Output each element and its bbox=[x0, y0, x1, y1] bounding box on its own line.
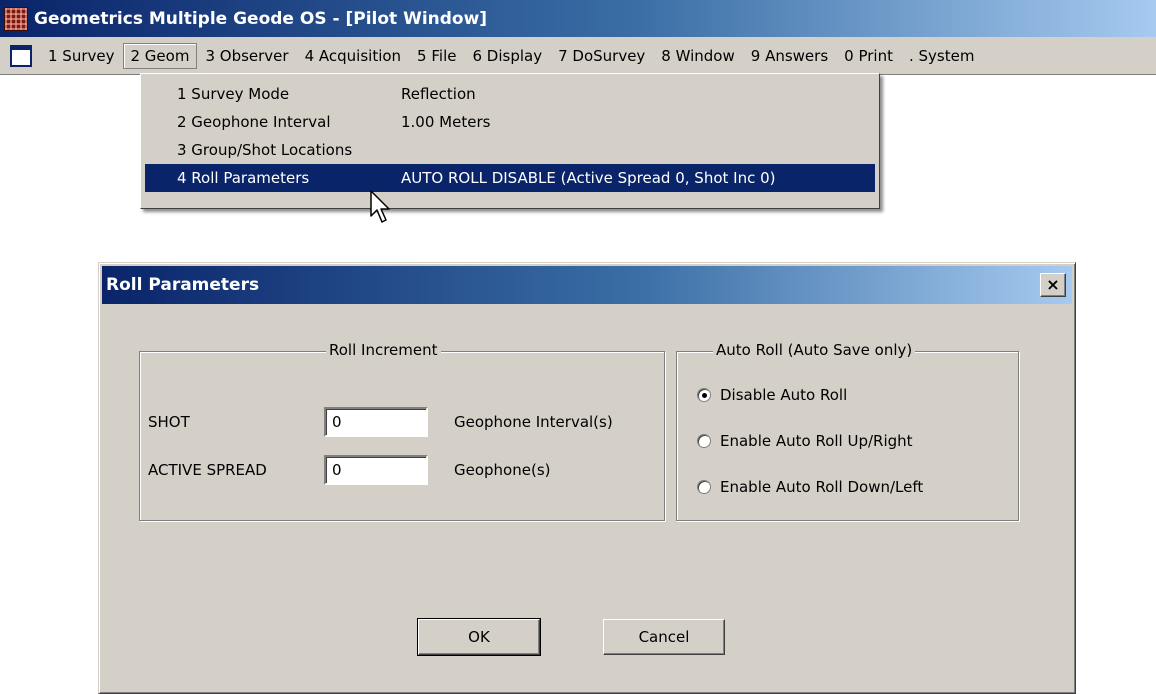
radio-button[interactable] bbox=[697, 480, 711, 494]
menu-observer[interactable]: 3 Observer bbox=[197, 43, 296, 69]
menu-system[interactable]: . System bbox=[901, 43, 982, 69]
menu-geom[interactable]: 2 Geom bbox=[122, 42, 198, 69]
menu-item-roll-parameters[interactable]: 4 Roll Parameters AUTO ROLL DISABLE (Act… bbox=[145, 164, 875, 192]
close-button[interactable]: × bbox=[1040, 273, 1066, 297]
menu-acquisition[interactable]: 4 Acquisition bbox=[297, 43, 409, 69]
active-spread-label: ACTIVE SPREAD bbox=[148, 461, 267, 479]
cancel-button[interactable]: Cancel bbox=[603, 619, 725, 655]
roll-increment-group: Roll Increment SHOT Geophone Interval(s)… bbox=[139, 341, 665, 521]
roll-increment-legend: Roll Increment bbox=[326, 341, 441, 359]
geom-dropdown-menu: 1 Survey Mode Reflection 2 Geophone Inte… bbox=[140, 73, 880, 209]
auto-roll-legend: Auto Roll (Auto Save only) bbox=[713, 341, 916, 359]
menu-window[interactable]: 8 Window bbox=[653, 43, 742, 69]
menu-item-survey-mode[interactable]: 1 Survey Mode Reflection bbox=[145, 80, 875, 108]
menu-item-value: Reflection bbox=[401, 85, 476, 103]
radio-enable-auto-roll-down-left[interactable]: Enable Auto Roll Down/Left bbox=[697, 478, 923, 496]
menu-item-label: 4 Roll Parameters bbox=[177, 169, 310, 187]
menu-dosurvey[interactable]: 7 DoSurvey bbox=[550, 43, 653, 69]
menu-survey[interactable]: 1 Survey bbox=[40, 43, 123, 69]
radio-label: Enable Auto Roll Up/Right bbox=[720, 432, 913, 450]
app-title-bar[interactable]: Geometrics Multiple Geode OS - [Pilot Wi… bbox=[0, 0, 1156, 37]
active-spread-row: ACTIVE SPREAD Geophone(s) bbox=[148, 455, 551, 485]
dialog-title-bar[interactable]: Roll Parameters × bbox=[102, 266, 1072, 304]
radio-label: Enable Auto Roll Down/Left bbox=[720, 478, 924, 496]
menu-answers[interactable]: 9 Answers bbox=[743, 43, 836, 69]
radio-enable-auto-roll-up-right[interactable]: Enable Auto Roll Up/Right bbox=[697, 432, 913, 450]
shot-row: SHOT Geophone Interval(s) bbox=[148, 407, 613, 437]
shot-input[interactable] bbox=[324, 407, 428, 437]
menu-item-value: AUTO ROLL DISABLE (Active Spread 0, Shot… bbox=[401, 169, 776, 187]
shot-unit: Geophone Interval(s) bbox=[454, 413, 613, 431]
auto-roll-group: Auto Roll (Auto Save only) Disable Auto … bbox=[676, 341, 1019, 521]
shot-label: SHOT bbox=[148, 413, 190, 431]
menu-file[interactable]: 5 File bbox=[409, 43, 464, 69]
radio-label: Disable Auto Roll bbox=[720, 386, 848, 404]
radio-button[interactable] bbox=[697, 434, 711, 448]
radio-button-checked[interactable] bbox=[697, 388, 711, 402]
menu-item-label: 1 Survey Mode bbox=[177, 85, 290, 103]
app-title: Geometrics Multiple Geode OS - [Pilot Wi… bbox=[34, 8, 488, 29]
app-icon[interactable] bbox=[4, 6, 28, 31]
radio-disable-auto-roll[interactable]: Disable Auto Roll bbox=[697, 386, 847, 404]
active-spread-input[interactable] bbox=[324, 455, 428, 485]
menu-item-geophone-interval[interactable]: 2 Geophone Interval 1.00 Meters bbox=[145, 108, 875, 136]
menu-item-group-shot-locations[interactable]: 3 Group/Shot Locations bbox=[145, 136, 875, 164]
document-window-icon[interactable] bbox=[10, 44, 32, 67]
menu-item-value: 1.00 Meters bbox=[401, 113, 491, 131]
menu-display[interactable]: 6 Display bbox=[464, 43, 550, 69]
roll-parameters-dialog: Roll Parameters × Roll Increment SHOT Ge… bbox=[98, 262, 1076, 694]
close-icon: × bbox=[1046, 275, 1060, 294]
mouse-pointer-icon bbox=[370, 190, 390, 223]
ok-button[interactable]: OK bbox=[417, 618, 541, 656]
active-spread-unit: Geophone(s) bbox=[454, 461, 551, 479]
dialog-title: Roll Parameters bbox=[106, 275, 260, 295]
menu-bar: 1 Survey 2 Geom 3 Observer 4 Acquisition… bbox=[0, 37, 1156, 75]
menu-item-label: 2 Geophone Interval bbox=[177, 113, 331, 131]
menu-item-label: 3 Group/Shot Locations bbox=[177, 141, 353, 159]
menu-print[interactable]: 0 Print bbox=[836, 43, 901, 69]
